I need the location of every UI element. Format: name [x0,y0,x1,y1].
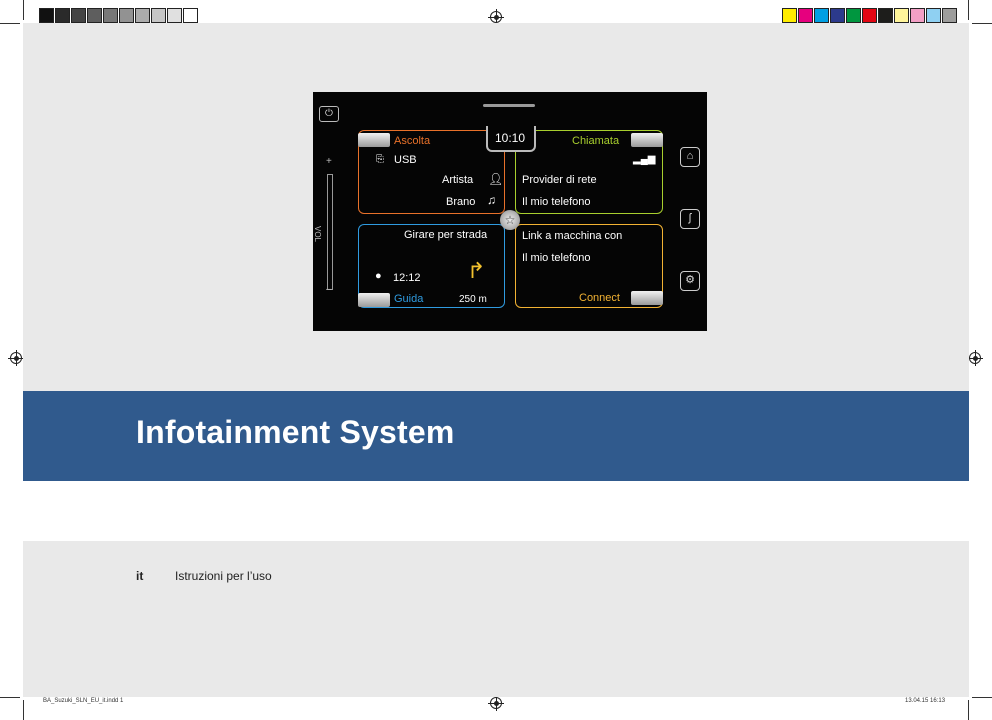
registration-mark-icon [488,9,504,25]
home-icon: ⌂ [686,150,694,162]
guide-instruction: Girare per strada [404,229,488,241]
clock-time: 10:10 [495,131,526,145]
clock-icon: ● [375,270,382,282]
home-button: ⌂ [680,147,700,167]
phone-signal-icon [631,133,663,147]
connect-title: Connect [579,292,620,304]
crop-mark [972,23,992,24]
grayscale-color-bar [39,8,199,23]
artist-label: Artista [442,174,474,186]
registration-mark-icon [967,350,983,366]
power-icon: ⏻ [325,108,333,119]
call-title: Chiamata [572,135,620,147]
guide-title: Guida [394,293,424,305]
crop-mark [23,0,24,20]
volume-plus-icon: + [326,156,332,167]
listen-source: USB [394,154,417,166]
listen-source-icon [358,133,390,147]
language-description: Istruzioni per l’uso [175,569,272,583]
registration-mark-icon [8,350,24,366]
connect-line-1: Link a macchina con [522,230,623,242]
call-phone-label: Il mio telefono [522,196,591,208]
document-title: Infotainment System [136,414,455,450]
turn-right-arrow-icon: ↱ [467,258,486,283]
date-slug: 13.04.15 16:13 [905,698,946,704]
cover-bottom-panel [23,541,969,697]
crop-mark [972,697,992,698]
person-icon: 👤︎ [488,172,504,186]
favorites-star-button: ☆ [500,210,520,230]
music-note-icon: ♫ [487,193,496,207]
listen-title: Ascolta [394,135,431,147]
guide-arrival-time: 12:12 [393,272,421,284]
connect-line-2: Il mio telefono [522,252,591,264]
star-icon: ☆ [504,213,516,227]
navigation-icon [358,293,390,307]
crop-mark [0,23,20,24]
file-slug: BA_Suzuki_SLN_EU_it.indd 1 [43,698,124,704]
guide-distance: 250 m [459,294,487,305]
crop-mark [968,700,969,720]
power-button: ⏻ [319,106,339,122]
settings-icon: ⚙ [685,274,695,286]
infotainment-screen: ⏻ + VOL – 10:10 Ascolta ⎘ USB Artista 👤︎… [313,92,707,331]
volume-label: VOL [313,226,322,243]
signal-icon: ▂▄▆ [633,154,656,165]
cmyk-color-bar [782,8,958,23]
track-label: Brano [446,196,476,208]
crop-mark [968,0,969,20]
volume-slider [327,174,333,290]
provider-label: Provider di rete [522,174,597,186]
voice-icon: ʃ [688,212,692,224]
crop-mark [23,700,24,720]
top-handle [483,104,535,107]
registration-mark-icon [488,695,504,711]
voice-button: ʃ [680,209,700,229]
settings-button: ⚙ [680,271,700,291]
usb-icon: ⎘ [376,154,384,165]
volume-minus-icon: – [326,284,332,295]
language-code: it [136,569,144,583]
connect-phone-icon [631,291,663,305]
crop-mark [0,697,20,698]
